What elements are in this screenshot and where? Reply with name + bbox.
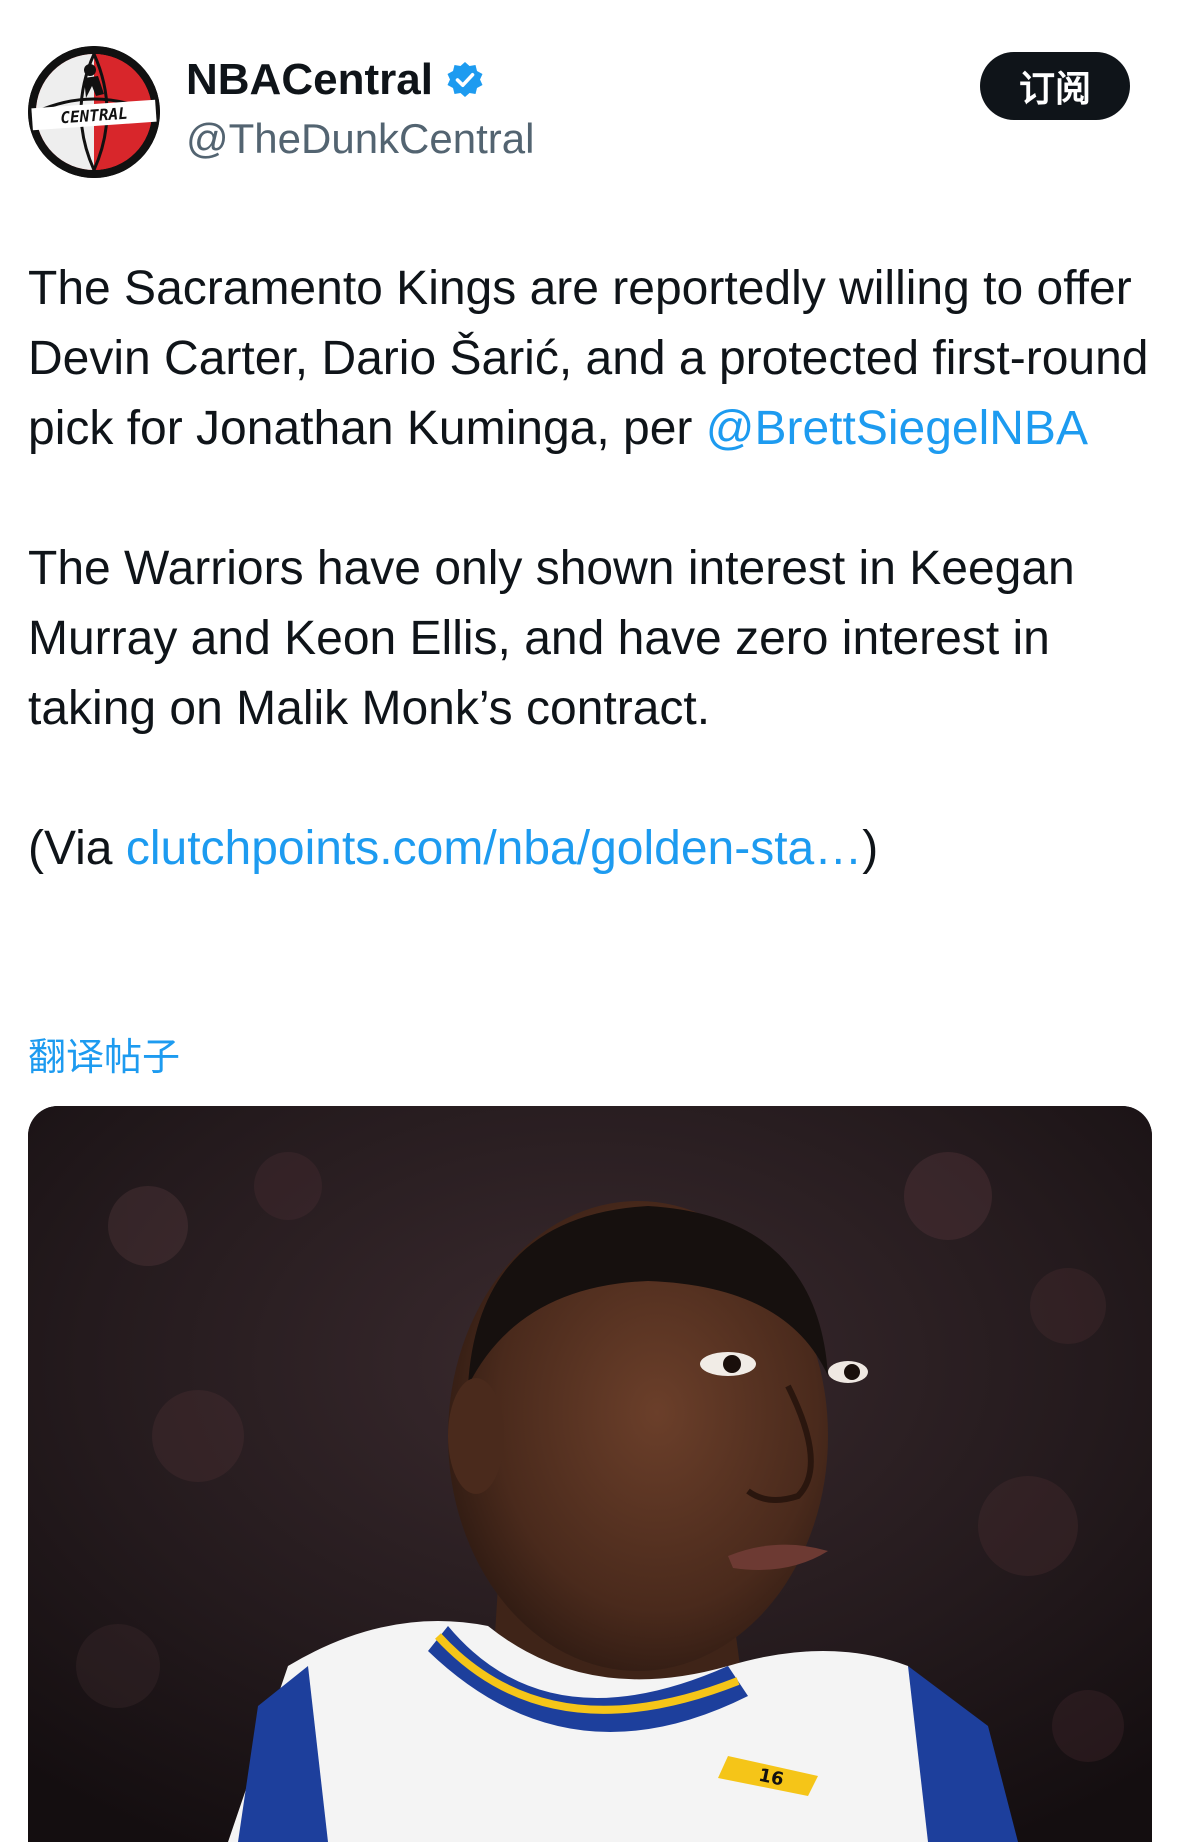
player-photo: 16 [28, 1106, 1152, 1842]
tweet-text: The Sacramento Kings are reportedly will… [28, 254, 1158, 884]
subscribe-button[interactable]: 订阅 [980, 52, 1130, 120]
source-link[interactable]: clutchpoints.com/nba/golden-sta… [126, 822, 862, 875]
verified-badge-icon[interactable] [445, 60, 485, 100]
handle[interactable]: @TheDunkCentral [186, 118, 534, 160]
display-name[interactable]: NBACentral [186, 58, 433, 102]
via-prefix: (Via [28, 822, 126, 875]
tweet-paragraph-3: (Via clutchpoints.com/nba/golden-sta…) [28, 814, 1158, 884]
tweet-paragraph-2: The Warriors have only shown interest in… [28, 534, 1158, 744]
tweet-text-2: The Warriors have only shown interest in… [28, 542, 1075, 735]
avatar[interactable]: CENTRAL [28, 46, 160, 178]
name-row: NBACentral [186, 58, 485, 102]
translate-post-link[interactable]: 翻译帖子 [28, 1026, 180, 1081]
tweet-paragraph-1: The Sacramento Kings are reportedly will… [28, 254, 1158, 464]
via-suffix: ) [862, 822, 879, 875]
tweet-media-image[interactable]: 16 [28, 1106, 1152, 1842]
mention-link[interactable]: @BrettSiegelNBA [706, 402, 1088, 455]
tweet-header: CENTRAL NBACentral @TheDunkCentral 订阅 [0, 0, 1179, 200]
nba-central-logo: CENTRAL [28, 46, 160, 178]
